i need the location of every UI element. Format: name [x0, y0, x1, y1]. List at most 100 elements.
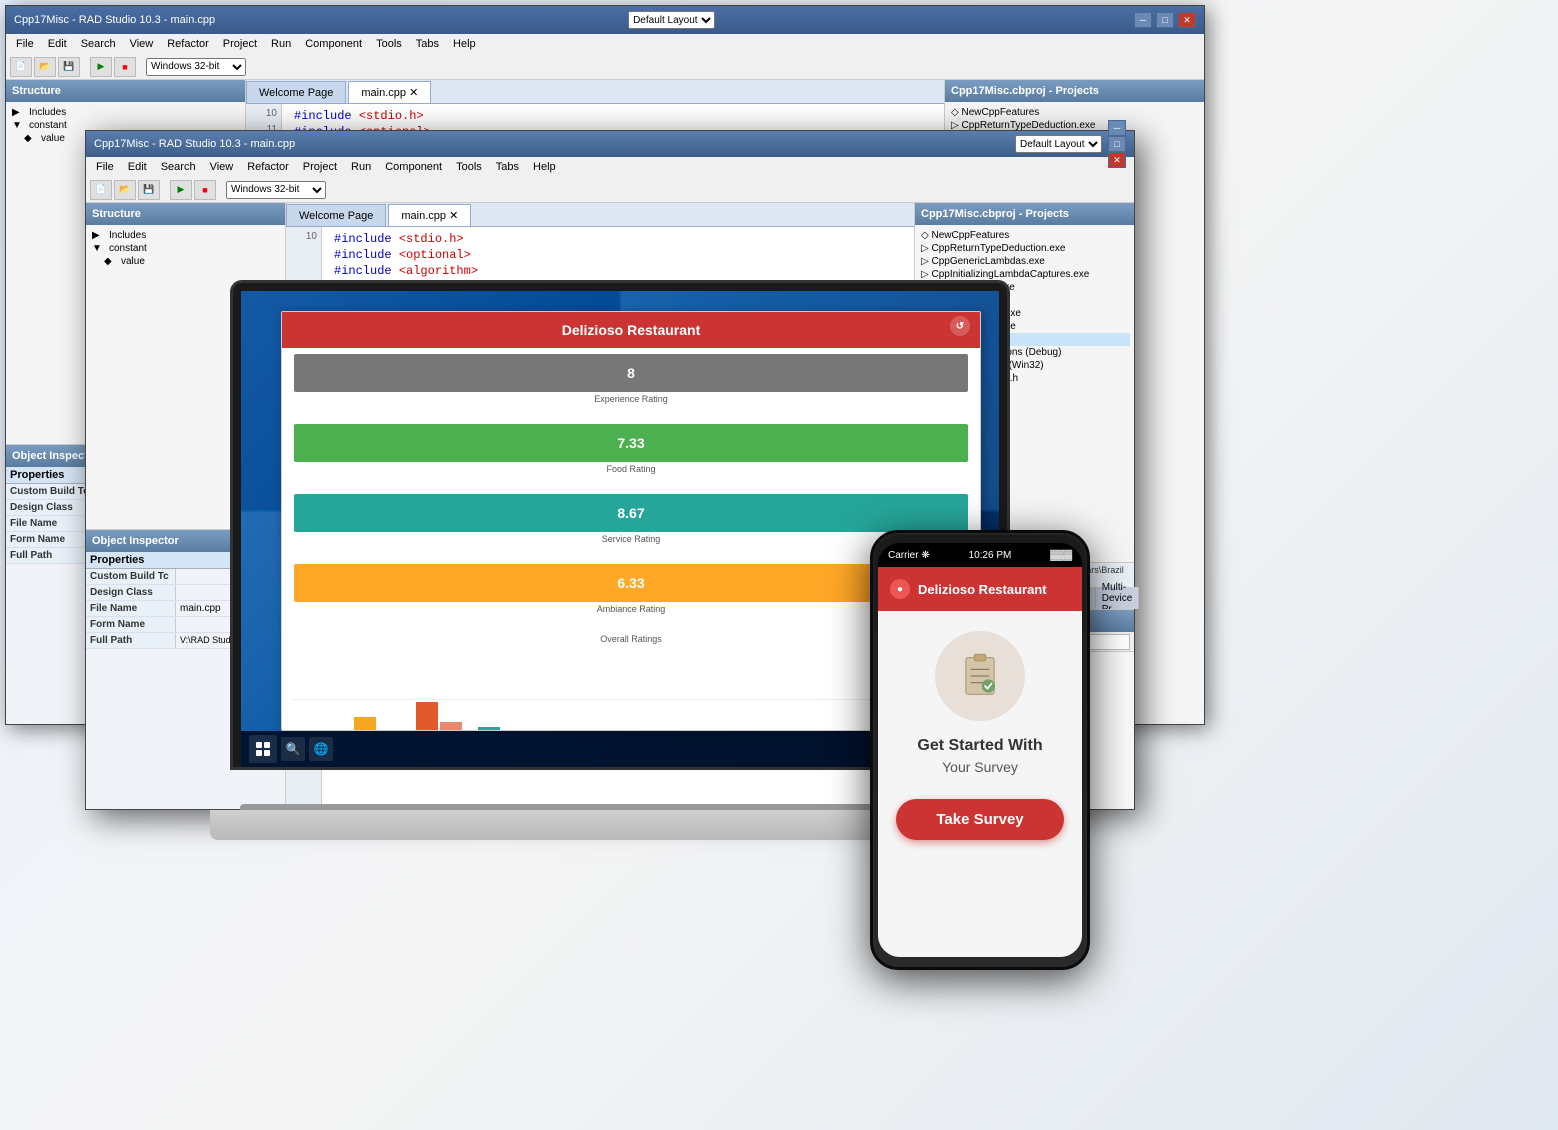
back-toolbar-new[interactable]: 📄	[10, 57, 32, 77]
back-menu-refactor[interactable]: Refactor	[161, 38, 215, 50]
front-prop-name-formname: Form Name	[86, 617, 176, 632]
front-toolbar-stop[interactable]: ■	[194, 180, 216, 200]
phone-screen: Carrier ❋ 10:26 PM ▓▓▓ ● Delizioso Resta…	[878, 543, 1082, 957]
front-menu-component[interactable]: Component	[379, 161, 448, 173]
front-collapse-icon: ▼	[92, 243, 106, 254]
front-expand-icon: ▶	[92, 230, 106, 241]
front-tab-maincpp[interactable]: main.cpp ✕	[388, 204, 471, 226]
back-project-title: Cpp17Misc.cbproj - Projects	[945, 80, 1204, 102]
back-tab-bar: Welcome Page main.cpp ✕	[246, 80, 944, 104]
front-menu-help[interactable]: Help	[527, 161, 562, 173]
phone-get-started-title: Get Started With	[917, 737, 1042, 755]
win-start-button[interactable]	[249, 735, 277, 763]
back-menu-tabs[interactable]: Tabs	[410, 38, 445, 50]
project-item-newcpp[interactable]: ◇ NewCppFeatures	[949, 106, 1200, 119]
front-prop-name-design: Design Class	[86, 585, 176, 600]
phone-carrier: Carrier ❋	[888, 550, 930, 561]
front-structure-title: Structure	[86, 203, 285, 225]
phone-header-dot: ●	[890, 579, 910, 599]
ambiance-label: Ambiance Rating	[294, 604, 968, 614]
back-menu-tools[interactable]: Tools	[370, 38, 408, 50]
back-menu-edit[interactable]: Edit	[42, 38, 73, 50]
bar-3b	[440, 722, 462, 731]
back-platform-select[interactable]: Windows 32-bit	[146, 58, 246, 76]
line-num-10: 10	[246, 108, 281, 124]
front-menu-run[interactable]: Run	[345, 161, 377, 173]
experience-bar: 8	[294, 354, 968, 392]
front-tree-item-constant[interactable]: ▼ constant	[90, 242, 281, 255]
phone-app-body: Get Started With Your Survey Take Survey	[878, 611, 1082, 957]
front-menu-tabs[interactable]: Tabs	[490, 161, 525, 173]
taskbar-search-icon[interactable]: 🔍	[281, 737, 305, 761]
back-window-controls: ─ □ ✕	[1134, 12, 1196, 28]
front-maximize-button[interactable]: □	[1108, 136, 1126, 152]
front-toolbar-open[interactable]: 📂	[114, 180, 136, 200]
taskbar-ie-icon[interactable]: 🌐	[309, 737, 333, 761]
front-tree-label-includes: Includes	[109, 230, 146, 241]
front-menu-tools[interactable]: Tools	[450, 161, 488, 173]
food-label: Food Rating	[294, 464, 968, 474]
back-toolbar-open[interactable]: 📂	[34, 57, 56, 77]
front-toolbar-run[interactable]: ▶	[170, 180, 192, 200]
back-menu-search[interactable]: Search	[75, 38, 122, 50]
front-layout-select[interactable]: Default Layout	[1015, 135, 1102, 153]
back-menu-file[interactable]: File	[10, 38, 40, 50]
win-start-icon	[256, 742, 270, 756]
back-prop-name-design: Design Class	[6, 500, 96, 515]
phone-take-survey-button[interactable]: Take Survey	[896, 799, 1063, 840]
back-tab-maincpp[interactable]: main.cpp ✕	[348, 81, 431, 103]
back-prop-name-filename: File Name	[6, 516, 96, 531]
phone-get-started-subtitle: Your Survey	[942, 759, 1018, 775]
front-menu-project[interactable]: Project	[297, 161, 343, 173]
front-project-return[interactable]: ▷ CppReturnTypeDeduction.exe	[919, 242, 1130, 255]
service-rating-row: 8.67 Service Rating	[294, 494, 968, 544]
chart-title: Delizioso Restaurant	[562, 322, 700, 338]
front-toolbar-new[interactable]: 📄	[90, 180, 112, 200]
back-toolbar-stop[interactable]: ■	[114, 57, 136, 77]
back-tab-welcome[interactable]: Welcome Page	[246, 81, 346, 103]
bar-group-2	[354, 717, 400, 731]
front-status-tab-multi[interactable]: Multi-Device Pr...	[1096, 587, 1140, 609]
back-menu-view[interactable]: View	[124, 38, 160, 50]
back-menu-component[interactable]: Component	[299, 38, 368, 50]
front-minimize-button[interactable]: ─	[1108, 120, 1126, 136]
front-tree-item-value[interactable]: ◆ value	[90, 255, 281, 268]
back-close-button[interactable]: ✕	[1178, 12, 1196, 28]
phone-header-icon: ●	[897, 584, 903, 595]
food-value: 7.33	[617, 435, 644, 451]
back-maximize-button[interactable]: □	[1156, 12, 1174, 28]
back-menu-project[interactable]: Project	[217, 38, 263, 50]
front-project-newcpp[interactable]: ◇ NewCppFeatures	[919, 229, 1130, 242]
back-toolbar-run[interactable]: ▶	[90, 57, 112, 77]
back-toolbar-save[interactable]: 💾	[58, 57, 80, 77]
front-menu-view[interactable]: View	[204, 161, 240, 173]
front-tree-label-value: value	[121, 256, 145, 267]
front-toolbar-save[interactable]: 💾	[138, 180, 160, 200]
phone-body: Carrier ❋ 10:26 PM ▓▓▓ ● Delizioso Resta…	[870, 530, 1090, 970]
back-menu-help[interactable]: Help	[447, 38, 482, 50]
phone-status-bar: Carrier ❋ 10:26 PM ▓▓▓	[878, 543, 1082, 567]
experience-value: 8	[627, 365, 635, 381]
front-tree-item-includes[interactable]: ▶ Includes	[90, 229, 281, 242]
tree-item-includes[interactable]: ▶ Includes	[10, 106, 241, 119]
bar-chart	[292, 668, 970, 731]
front-prop-name-filename: File Name	[86, 601, 176, 616]
service-bar: 8.67	[294, 494, 968, 532]
back-menu-run[interactable]: Run	[265, 38, 297, 50]
back-layout-select[interactable]: Default Layout	[628, 11, 715, 29]
back-minimize-button[interactable]: ─	[1134, 12, 1152, 28]
bar-3a	[416, 702, 438, 731]
food-rating-row: 7.33 Food Rating	[294, 424, 968, 474]
front-title-bar: Cpp17Misc - RAD Studio 10.3 - main.cpp D…	[86, 131, 1134, 157]
front-menu-file[interactable]: File	[90, 161, 120, 173]
front-project-generic[interactable]: ▷ CppGenericLambdas.exe	[919, 255, 1130, 268]
tree-collapse-icon: ▼	[12, 120, 26, 131]
front-menu-refactor[interactable]: Refactor	[241, 161, 295, 173]
chart-reset-button[interactable]: ↺	[950, 316, 970, 336]
front-tab-welcome[interactable]: Welcome Page	[286, 204, 386, 226]
front-close-button[interactable]: ✕	[1108, 152, 1126, 168]
front-menu-search[interactable]: Search	[155, 161, 202, 173]
front-platform-select[interactable]: Windows 32-bit	[226, 181, 326, 199]
front-menu-edit[interactable]: Edit	[122, 161, 153, 173]
clipboard-svg	[955, 651, 1005, 701]
